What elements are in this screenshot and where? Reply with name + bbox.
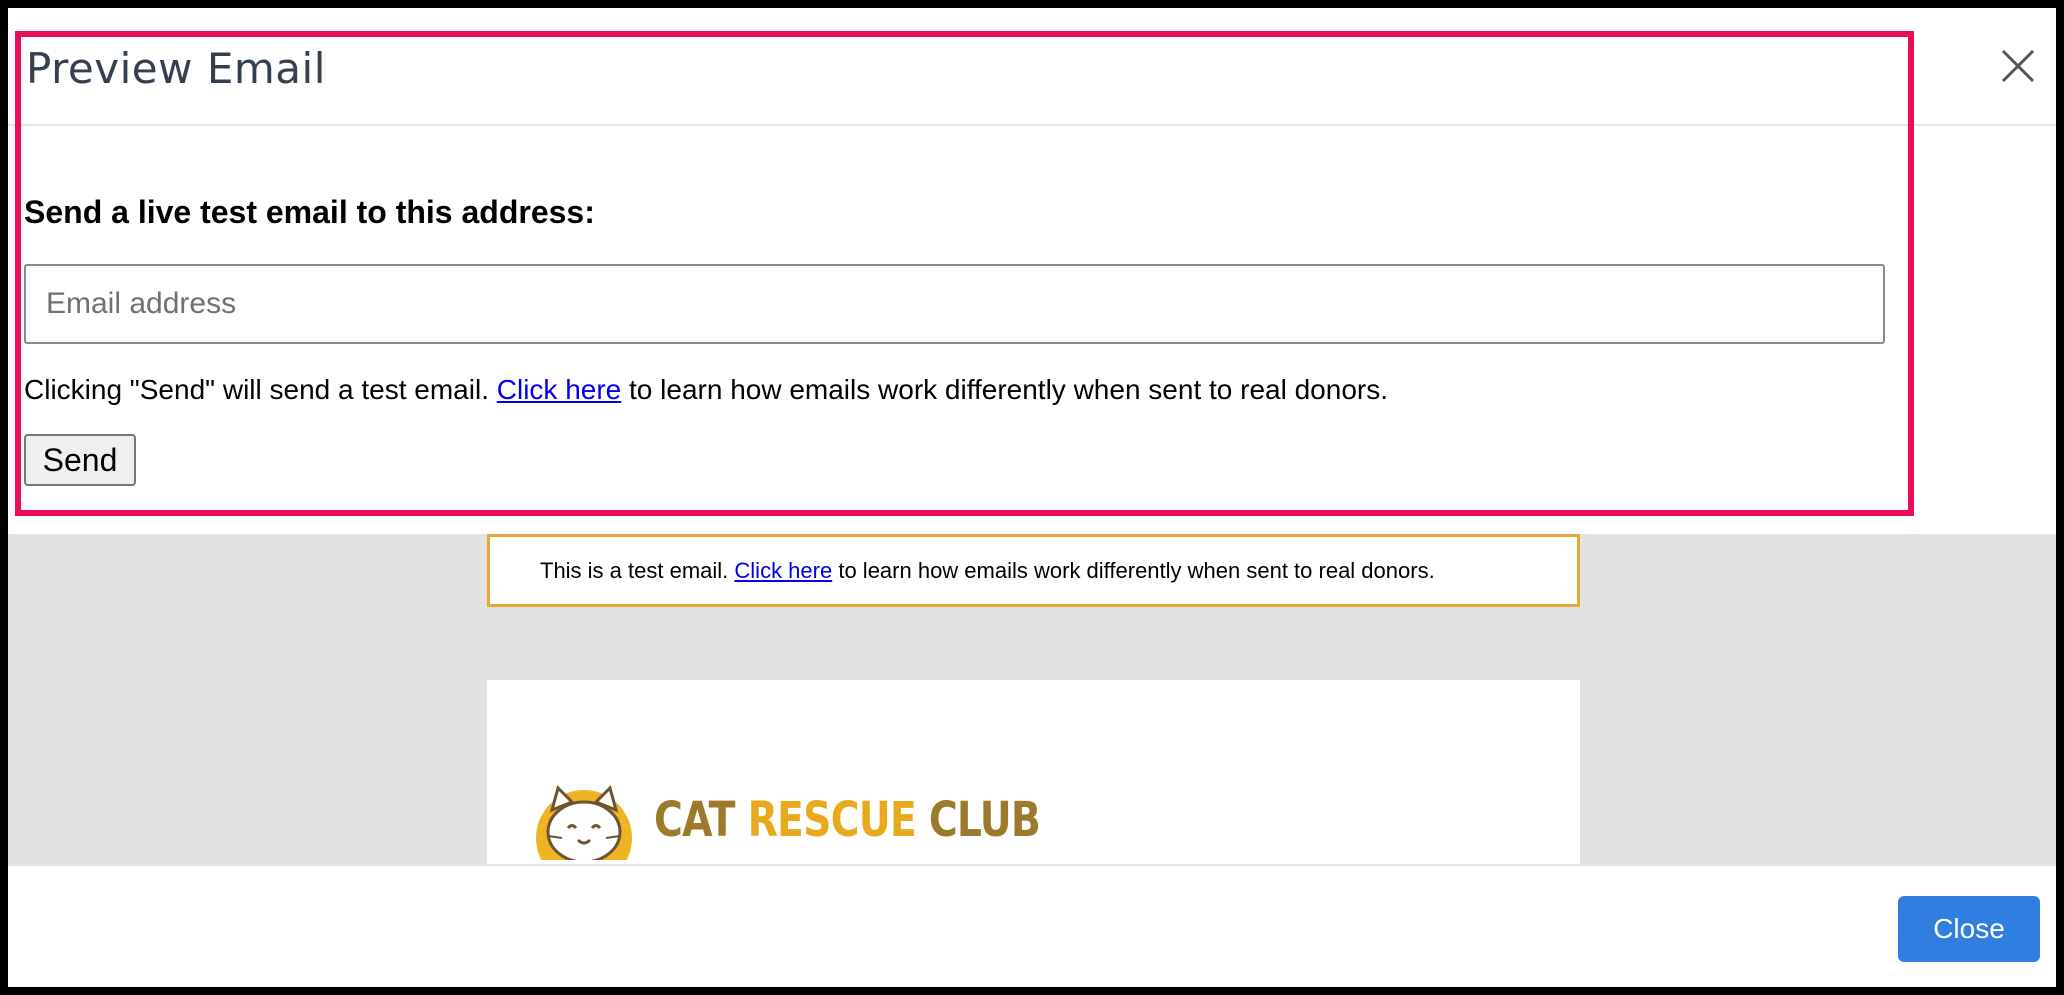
help-text-suffix: to learn how emails work differently whe…	[629, 374, 1388, 405]
help-text: Clicking "Send" will send a test email. …	[24, 374, 1388, 406]
cat-face-icon	[536, 785, 632, 860]
send-test-label: Send a live test email to this address:	[24, 194, 595, 230]
help-click-here-link[interactable]: Click here	[497, 374, 621, 405]
banner-text-prefix: This is a test email.	[540, 557, 729, 583]
logo-word-club: CLUB	[928, 792, 1041, 848]
modal-header: Preview Email	[8, 8, 2056, 126]
email-input[interactable]	[24, 264, 1885, 344]
logo-wordmark: CAT RESCUE CLUB	[654, 792, 1041, 848]
email-body: CAT RESCUE CLUB	[487, 680, 1580, 864]
close-icon[interactable]	[2000, 48, 2036, 84]
modal-footer: Close	[8, 864, 2056, 987]
close-button[interactable]: Close	[1898, 896, 2040, 962]
cat-rescue-club-logo: CAT RESCUE CLUB	[532, 780, 1125, 860]
modal-title: Preview Email	[26, 44, 326, 93]
preview-email-modal: Preview Email Send a live test email to …	[8, 8, 2056, 987]
help-text-prefix: Clicking "Send" will send a test email.	[24, 374, 489, 405]
test-email-banner: This is a test email. Click here to lear…	[487, 534, 1580, 607]
email-preview-area[interactable]: This is a test email. Click here to lear…	[8, 534, 2056, 864]
banner-click-here-link[interactable]: Click here	[734, 558, 832, 584]
send-button[interactable]: Send	[24, 434, 136, 486]
banner-text-suffix: to learn how emails work differently whe…	[838, 557, 1435, 583]
logo-word-rescue: RESCUE	[747, 792, 917, 848]
logo-word-cat: CAT	[654, 792, 736, 848]
